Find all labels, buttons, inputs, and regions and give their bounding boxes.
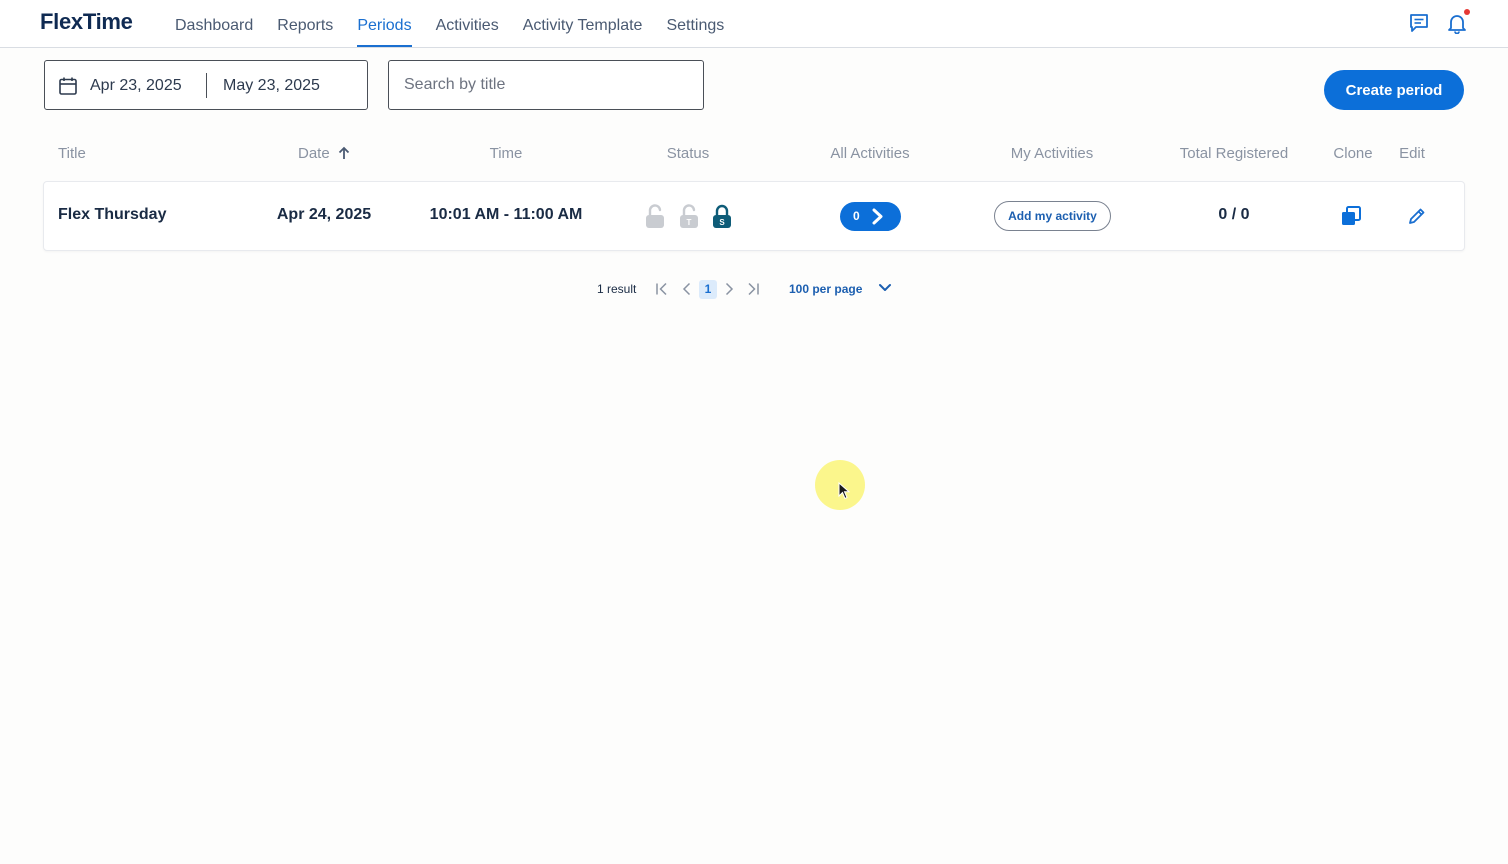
date-start[interactable]: Apr 23, 2025: [90, 77, 182, 95]
column-header-title[interactable]: Title: [58, 145, 86, 162]
activities-count: 0: [853, 209, 860, 223]
result-count: 1 result: [597, 282, 637, 296]
lock-letter: T: [687, 218, 692, 227]
column-header-my-activities: My Activities: [1010, 145, 1094, 162]
next-page-icon[interactable]: [721, 281, 737, 297]
date-end[interactable]: May 23, 2025: [223, 77, 320, 95]
lock-letter: S: [719, 218, 725, 227]
column-header-status: Status: [666, 145, 710, 162]
chevron-right-icon: [872, 208, 883, 225]
nav-activities[interactable]: Activities: [436, 0, 499, 48]
last-page-icon[interactable]: [745, 281, 761, 297]
add-my-activity-button[interactable]: Add my activity: [994, 201, 1111, 231]
nav-settings[interactable]: Settings: [666, 0, 724, 48]
previous-page-icon[interactable]: [679, 281, 695, 297]
column-header-edit: Edit: [1399, 145, 1425, 162]
nav-reports[interactable]: Reports: [277, 0, 333, 48]
column-header-time: Time: [489, 145, 523, 162]
all-activities-button[interactable]: 0: [840, 202, 901, 231]
chat-icon[interactable]: [1408, 12, 1430, 34]
sort-ascending-icon[interactable]: [338, 146, 350, 160]
edit-pencil-icon[interactable]: [1407, 206, 1427, 226]
first-page-icon[interactable]: [654, 281, 670, 297]
column-header-total-registered: Total Registered: [1179, 145, 1289, 162]
search-input[interactable]: [388, 60, 704, 110]
date-divider: [206, 73, 207, 98]
app-logo[interactable]: FlexTime: [40, 9, 133, 35]
unlock-icon: [646, 204, 664, 228]
column-header-clone: Clone: [1333, 145, 1373, 162]
create-period-button[interactable]: Create period: [1324, 70, 1464, 110]
column-header-date[interactable]: Date: [298, 145, 330, 162]
unlock-t-icon: T: [680, 204, 698, 228]
column-header-all-activities: All Activities: [830, 145, 910, 162]
clone-icon[interactable]: [1340, 205, 1362, 227]
total-registered: 0 / 0: [1218, 206, 1250, 223]
period-time: 10:01 AM - 11:00 AM: [429, 206, 583, 223]
top-navigation-bar: FlexTime Dashboard Reports Periods Activ…: [0, 0, 1508, 48]
nav-activity-template[interactable]: Activity Template: [523, 0, 643, 48]
nav-dashboard[interactable]: Dashboard: [175, 0, 253, 48]
period-title: Flex Thursday: [58, 206, 167, 223]
notification-dot: [1464, 9, 1470, 15]
date-range-picker[interactable]: Apr 23, 2025 May 23, 2025: [44, 60, 368, 110]
calendar-icon: [59, 77, 77, 95]
per-page-select[interactable]: 100 per page: [789, 282, 862, 296]
current-page[interactable]: 1: [699, 280, 717, 299]
chevron-down-icon[interactable]: [877, 281, 893, 295]
period-date: Apr 24, 2025: [276, 206, 372, 223]
lock-s-icon: S: [713, 204, 731, 228]
main-nav: Dashboard Reports Periods Activities Act…: [175, 0, 748, 48]
nav-periods[interactable]: Periods: [357, 0, 412, 48]
table-row: [43, 181, 1465, 251]
mouse-cursor-icon: [838, 482, 850, 500]
bell-icon[interactable]: [1446, 12, 1468, 34]
